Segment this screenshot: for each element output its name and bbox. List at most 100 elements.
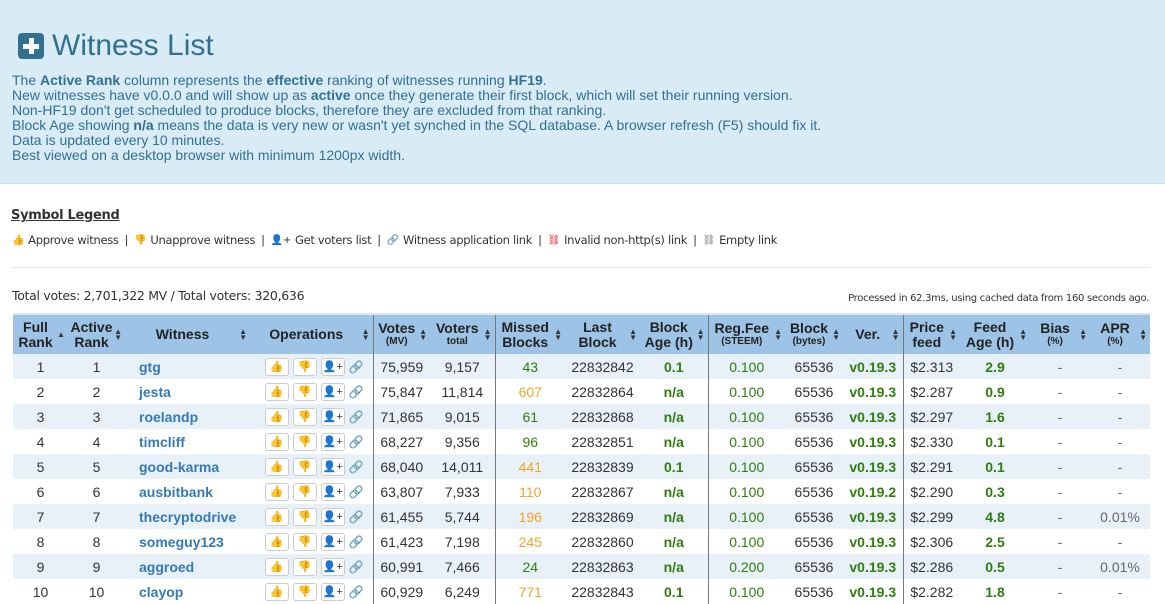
sort-icon[interactable]: ▲ ▼ — [1019, 327, 1027, 341]
operations-cell: 👍 👎 👤+ 🔗 — [250, 554, 373, 579]
approve-button[interactable]: 👍 — [264, 382, 289, 401]
witness-link[interactable]: timcliff — [125, 429, 250, 454]
sort-icon[interactable]: ▲ ▼ — [484, 327, 492, 341]
unapprove-button[interactable]: 👎 — [292, 432, 317, 451]
witness-link[interactable]: thecryptodrive — [125, 504, 250, 529]
sort-icon[interactable]: ▲ ▼ — [629, 327, 637, 341]
witness-link[interactable]: aggroed — [125, 554, 250, 579]
link-icon[interactable]: 🔗 — [349, 435, 364, 449]
voters: 7,198 — [444, 533, 480, 550]
unapprove-button[interactable]: 👎 — [292, 407, 317, 426]
sort-icon[interactable]: ▲ ▼ — [832, 327, 840, 341]
witness-link[interactable]: ausbitbank — [125, 479, 250, 504]
approve-button[interactable]: 👍 — [264, 507, 289, 526]
column-header[interactable]: Last Block ▲ ▼ — [565, 314, 640, 354]
voters-list-button[interactable]: 👤+ — [320, 407, 345, 426]
sort-icon[interactable]: ▲ ▼ — [419, 327, 427, 341]
unapprove-button[interactable]: 👎 — [292, 457, 317, 476]
sort-icon[interactable]: ▲ ▼ — [554, 327, 562, 341]
sort-icon[interactable]: ▲ ▼ — [1079, 327, 1087, 341]
witness-link[interactable]: clayop — [125, 579, 250, 604]
column-header[interactable]: Block (bytes) ▲ ▼ — [785, 314, 843, 354]
approve-button[interactable]: 👍 — [264, 432, 289, 451]
operations: 👍 👎 👤+ 🔗 — [250, 532, 373, 551]
reg-fee: 0.100 — [707, 379, 785, 404]
approve-button[interactable]: 👍 — [264, 482, 289, 501]
approve-button[interactable]: 👍 — [264, 357, 289, 376]
voters-list-button[interactable]: 👤+ — [320, 557, 345, 576]
voters-list-button[interactable]: 👤+ — [320, 432, 345, 451]
column-label-line2: Age (h) — [644, 333, 693, 350]
column-header[interactable]: Block Age (h) ▲ ▼ — [640, 314, 708, 354]
voters-list-button[interactable]: 👤+ — [320, 532, 345, 551]
link-icon[interactable]: 🔗 — [349, 560, 364, 574]
witness-link[interactable]: roelandp — [125, 404, 250, 429]
sort-icon[interactable]: ▲ ▼ — [949, 327, 957, 341]
sort-icon[interactable]: ▲ ▼ — [114, 327, 122, 341]
column-header[interactable]: Operations ▲ ▼ — [250, 314, 373, 354]
column-header[interactable]: Votes (MV) ▲ ▼ — [372, 314, 430, 354]
sort-icon[interactable]: ▲ ▼ — [892, 327, 900, 341]
user-plus-icon: 👤+ — [322, 436, 343, 448]
sort-icon[interactable]: ▲ ▼ — [697, 327, 705, 341]
operations-cell: 👍 👎 👤+ 🔗 — [250, 504, 373, 529]
link-icon[interactable]: 🔗 — [349, 410, 364, 424]
link-icon[interactable]: 🔗 — [349, 485, 364, 499]
sort-icon[interactable]: ▲ ▼ — [1139, 327, 1147, 341]
link-icon[interactable]: 🔗 — [349, 385, 364, 399]
approve-button[interactable]: 👍 — [264, 407, 289, 426]
sort-icon[interactable]: ▲ — [57, 330, 65, 338]
column-header[interactable]: Active Rank ▲ ▼ — [68, 314, 125, 354]
unapprove-button[interactable]: 👎 — [292, 357, 317, 376]
version: v0.19.3 — [849, 358, 897, 375]
unapprove-button[interactable]: 👎 — [292, 482, 317, 501]
witness-link[interactable]: someguy123 — [125, 529, 250, 554]
column-header[interactable]: Ver. ▲ ▼ — [843, 314, 903, 354]
approve-button[interactable]: 👍 — [264, 457, 289, 476]
unapprove-button[interactable]: 👎 — [292, 507, 317, 526]
version: v0.19.3 — [849, 383, 897, 400]
unapprove-button[interactable]: 👎 — [292, 532, 317, 551]
unapprove-button[interactable]: 👎 — [292, 557, 317, 576]
block-size: 65536 — [794, 358, 834, 375]
thumbs-up-icon: 👍 — [269, 386, 284, 398]
approve-button[interactable]: 👍 — [264, 557, 289, 576]
voters-list-button[interactable]: 👤+ — [320, 457, 345, 476]
sort-icon[interactable]: ▲ ▼ — [362, 327, 370, 341]
link-icon[interactable]: 🔗 — [349, 510, 364, 524]
link-icon[interactable]: 🔗 — [349, 460, 364, 474]
column-header[interactable]: Full Rank ▲ — [13, 314, 68, 354]
witness-link[interactable]: good-karma — [125, 454, 250, 479]
link-icon[interactable]: 🔗 — [349, 585, 364, 599]
voters-list-button[interactable]: 👤+ — [320, 382, 345, 401]
column-header[interactable]: Bias (%) ▲ ▼ — [1030, 314, 1090, 354]
reg-fee: 0.100 — [707, 429, 785, 454]
column-header[interactable]: Missed Blocks ▲ ▼ — [494, 314, 565, 354]
link-icon[interactable]: 🔗 — [349, 535, 364, 549]
column-header[interactable]: Price feed ▲ ▼ — [902, 314, 960, 354]
link-icon[interactable]: 🔗 — [349, 360, 364, 374]
legend-separator: | — [693, 233, 697, 247]
unapprove-button[interactable]: 👎 — [292, 382, 317, 401]
column-header[interactable]: APR (%) ▲ ▼ — [1090, 314, 1150, 354]
thumbs-down-icon: 👎 — [297, 386, 312, 398]
voters-list-button[interactable]: 👤+ — [320, 357, 345, 376]
broken-link-gray-icon: ⛓ — [702, 234, 716, 246]
voters-list-button[interactable]: 👤+ — [320, 482, 345, 501]
approve-button[interactable]: 👍 — [264, 532, 289, 551]
sort-icon[interactable]: ▲ ▼ — [774, 327, 782, 341]
column-header[interactable]: Voters total ▲ ▼ — [430, 314, 495, 354]
block-size: 65536 — [794, 533, 834, 550]
column-header[interactable]: Feed Age (h) ▲ ▼ — [960, 314, 1030, 354]
voters-list-button[interactable]: 👤+ — [320, 507, 345, 526]
plus-square-icon[interactable] — [18, 33, 44, 59]
approve-button[interactable]: 👍 — [264, 582, 289, 601]
column-header[interactable]: Witness ▲ ▼ — [125, 314, 250, 354]
witness-link[interactable]: jesta — [125, 379, 250, 404]
column-header[interactable]: Reg.Fee (STEEM) ▲ ▼ — [707, 314, 785, 354]
unapprove-button[interactable]: 👎 — [292, 582, 317, 601]
voters-list-button[interactable]: 👤+ — [320, 582, 345, 601]
sort-icon[interactable]: ▲ ▼ — [239, 327, 247, 341]
witness-link[interactable]: gtg — [125, 354, 250, 379]
voters: 5,744 — [444, 508, 480, 525]
